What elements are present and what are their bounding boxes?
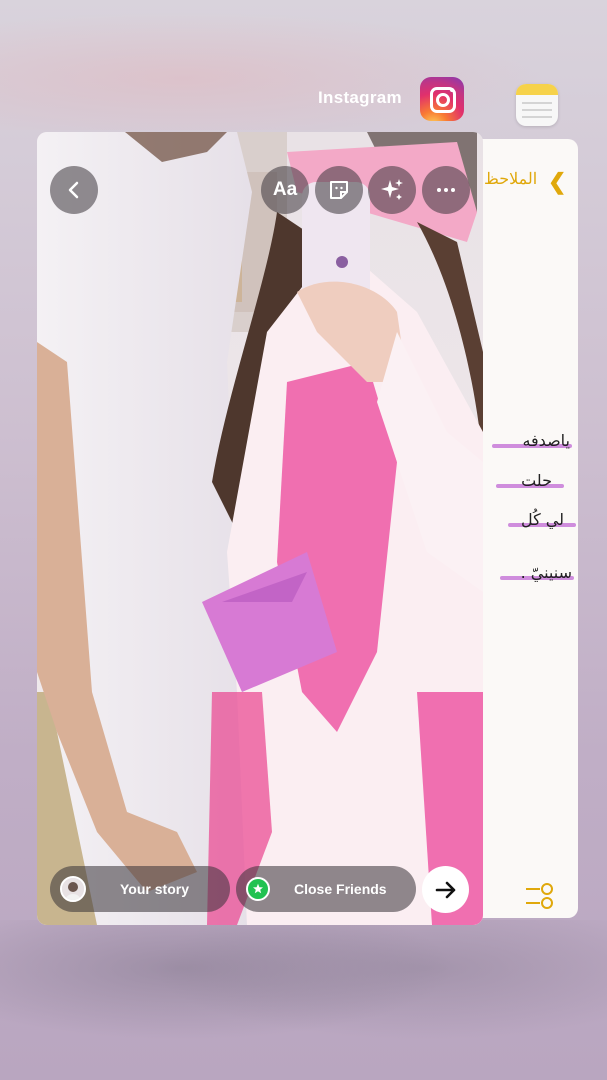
your-story-label: Your story (120, 881, 189, 897)
notes-app-card[interactable]: الملاحظ ❮ ياصدفه حلت لي كُل سنينيّ . (470, 139, 578, 918)
app-name-label: Instagram (318, 88, 402, 107)
notes-app-icon[interactable] (516, 84, 558, 126)
sticker-button[interactable] (315, 166, 363, 214)
your-story-button[interactable]: Your story (50, 866, 230, 912)
text-icon: Aa (272, 179, 298, 200)
text-tool-button[interactable]: Aa (261, 166, 309, 214)
checklist-icon[interactable] (526, 883, 553, 909)
send-button[interactable] (422, 866, 469, 913)
effects-button[interactable] (368, 166, 416, 214)
note-line: لي كُل (520, 510, 564, 529)
back-button[interactable] (50, 166, 98, 214)
close-friends-button[interactable]: Close Friends (236, 866, 416, 912)
chevron-left-icon[interactable]: ❮ (548, 169, 566, 195)
note-line: سنينيّ . (520, 563, 572, 582)
background-blur-bottom (0, 920, 607, 1080)
note-line: ياصدفه (522, 431, 570, 450)
note-line: حلت (521, 471, 552, 490)
notes-back-label[interactable]: الملاحظ (484, 169, 537, 189)
story-photo (37, 132, 483, 925)
star-icon (246, 877, 270, 901)
more-icon (437, 188, 455, 192)
arrow-right-icon (435, 881, 455, 898)
sticker-icon (330, 181, 348, 199)
effects-icon (381, 179, 403, 200)
instagram-icon[interactable] (420, 77, 464, 121)
avatar (60, 876, 86, 902)
close-friends-label: Close Friends (294, 881, 387, 897)
more-button[interactable] (422, 166, 470, 214)
back-icon (68, 181, 79, 199)
instagram-app-card[interactable]: Aa Your story Close Friends (37, 132, 483, 925)
